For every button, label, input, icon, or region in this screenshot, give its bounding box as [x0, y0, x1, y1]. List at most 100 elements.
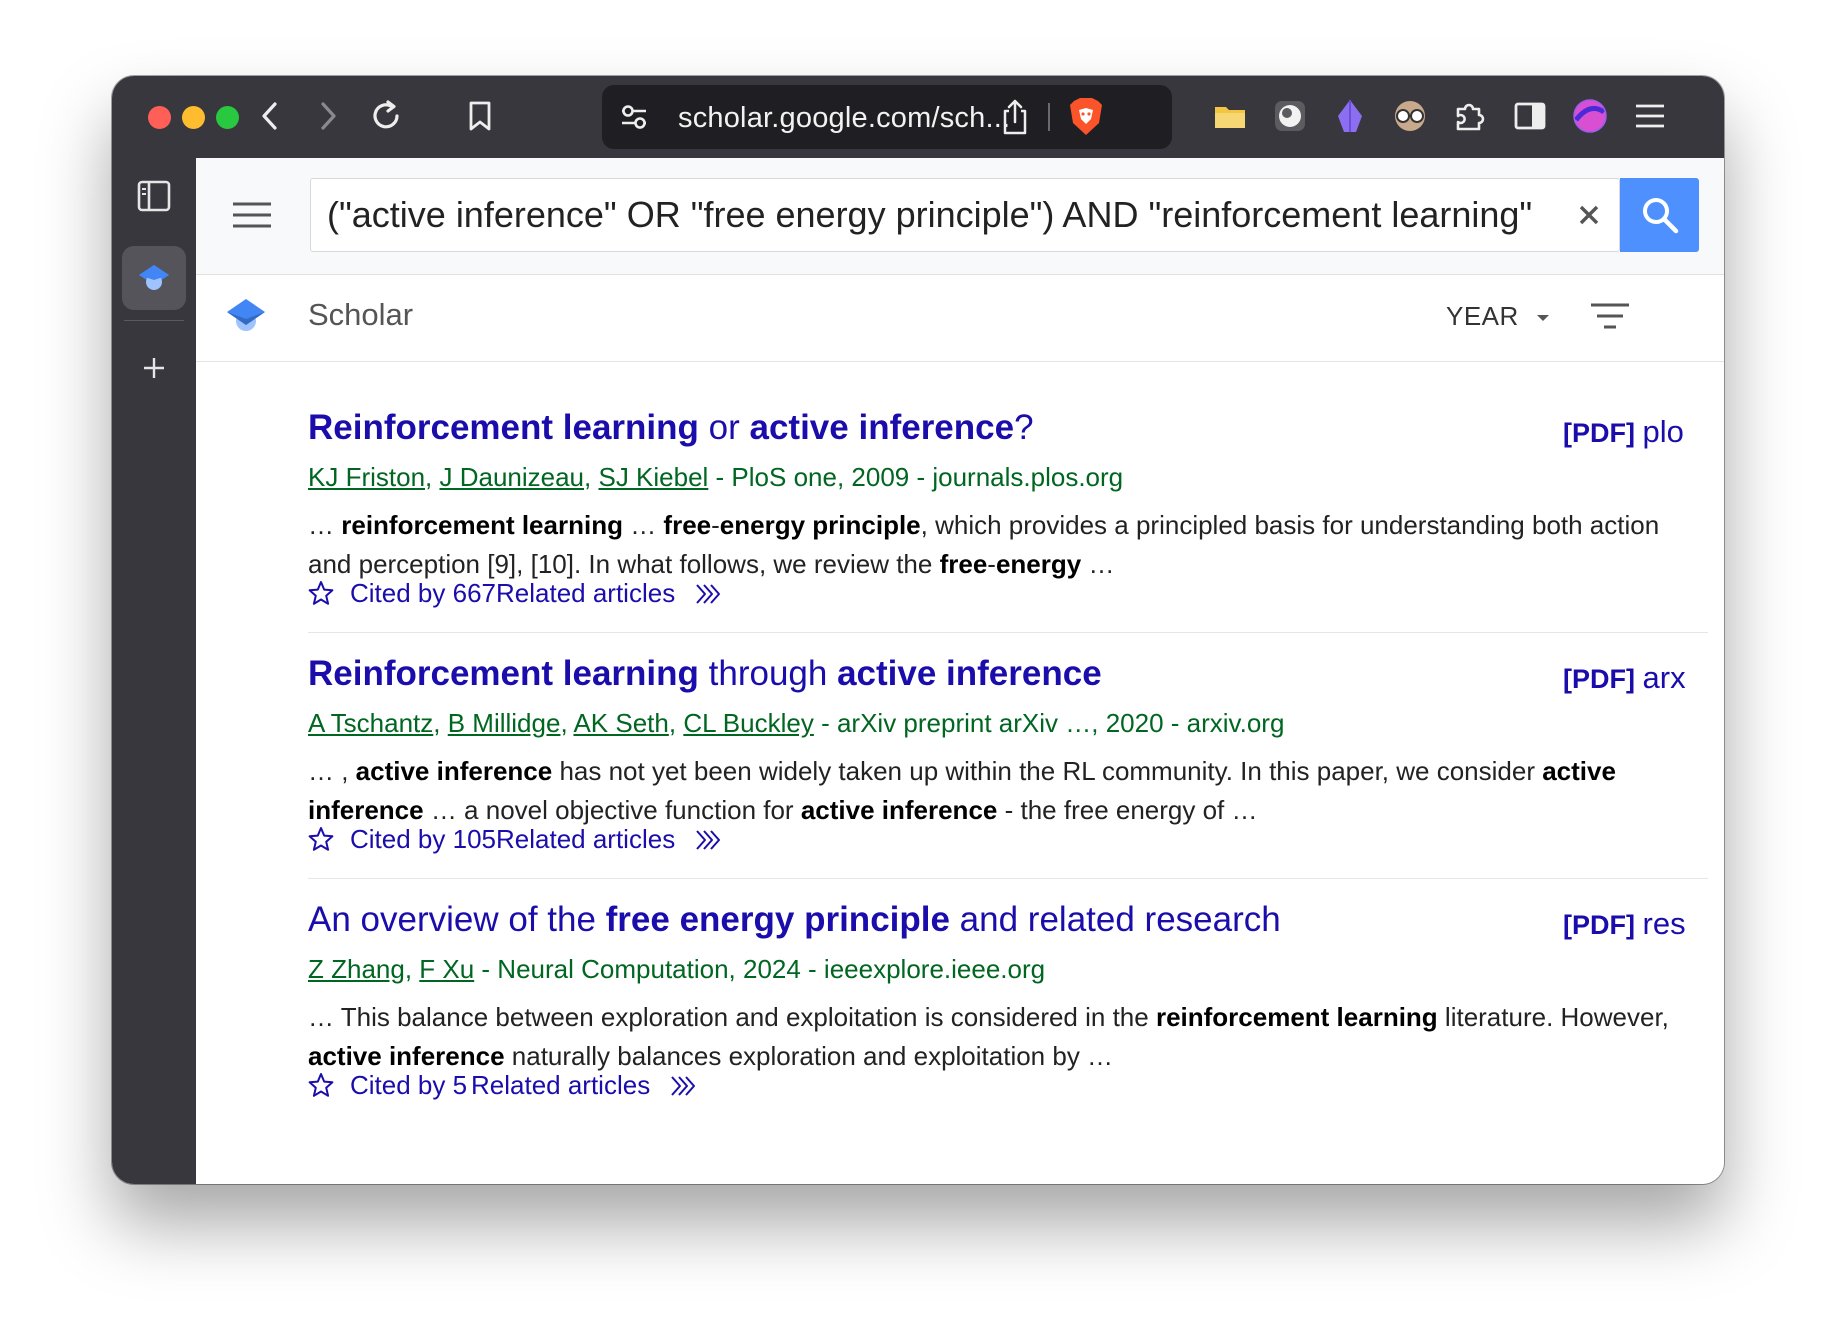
bookmark-icon[interactable] [456, 92, 504, 140]
browser-window: scholar.google.com/sch... ("active infer… [112, 76, 1724, 1184]
author-link[interactable]: F Xu [419, 954, 474, 984]
result-meta: Z Zhang, F Xu - Neural Computation, 2024… [308, 954, 1046, 984]
search-result: An overview of the free energy principle… [308, 900, 1708, 1140]
result-title-part: or [698, 408, 750, 447]
share-icon[interactable] [998, 97, 1032, 137]
more-options-icon[interactable] [669, 1074, 697, 1105]
moon-extension-icon[interactable] [1266, 92, 1314, 140]
scholar-tab-icon[interactable] [122, 246, 186, 310]
result-title-part: active inference [749, 408, 1015, 447]
pdf-tag: [PDF] [1563, 910, 1635, 940]
snippet-part: - the free energy of … [997, 795, 1258, 825]
star-icon[interactable] [308, 580, 334, 613]
chevron-right-icon [304, 92, 352, 140]
pdf-tag: [PDF] [1563, 664, 1635, 694]
snippet-part: - [711, 510, 720, 540]
cited-by-link[interactable]: Cited by 105 [350, 824, 496, 855]
menu-icon[interactable] [232, 198, 272, 232]
window-minimize-button[interactable] [182, 106, 205, 129]
result-pdf-link[interactable]: [PDF] plo [1563, 414, 1693, 450]
related-articles-link[interactable]: Related articles [496, 824, 675, 855]
search-result: Reinforcement learning through active in… [308, 654, 1708, 894]
result-title-part: free energy principle [605, 900, 950, 939]
site-settings-icon[interactable] [616, 99, 652, 135]
search-icon [1642, 198, 1678, 234]
window-close-button[interactable] [148, 106, 171, 129]
result-snippet: … This balance between exploration and e… [308, 998, 1703, 1076]
more-options-icon[interactable] [694, 828, 722, 859]
filter-options-icon[interactable] [1590, 301, 1630, 335]
profile-avatar-icon[interactable] [1566, 92, 1614, 140]
result-divider [308, 878, 1708, 879]
result-venue: - Neural Computation, 2024 - ieeexplore.… [474, 954, 1046, 984]
result-pdf-link[interactable]: [PDF] res [1563, 906, 1693, 942]
search-input[interactable] [327, 179, 1567, 251]
snippet-part: literature. However, [1437, 1002, 1669, 1032]
glasses-extension-icon[interactable] [1386, 92, 1434, 140]
result-title-link[interactable]: Reinforcement learning through active in… [308, 654, 1102, 694]
scholar-logo-icon[interactable] [224, 295, 268, 339]
author-link[interactable]: A Tschantz [308, 708, 433, 738]
related-articles-link[interactable]: Related articles [496, 578, 675, 609]
search-header [196, 158, 1724, 275]
search-result: Reinforcement learning or active inferen… [308, 408, 1708, 648]
result-pdf-link[interactable]: [PDF] arx [1563, 660, 1693, 696]
author-link[interactable]: Z Zhang [308, 954, 405, 984]
year-filter-label: YEAR [1446, 301, 1519, 331]
author-link[interactable]: SJ Kiebel [598, 462, 708, 492]
cited-by-link[interactable]: Cited by 667 [350, 578, 496, 609]
star-icon[interactable] [308, 826, 334, 859]
result-meta: A Tschantz, B Millidge, AK Seth, CL Buck… [308, 708, 1285, 738]
sidebar-toggle-icon[interactable] [1506, 92, 1554, 140]
sidebar-panel-icon[interactable] [122, 164, 186, 228]
snippet-part: reinforcement learning [1155, 1002, 1438, 1032]
search-button[interactable] [1620, 178, 1699, 252]
add-tab-icon[interactable] [122, 336, 186, 400]
address-bar[interactable]: scholar.google.com/sch... [602, 85, 1172, 149]
author-link[interactable]: B Millidge [448, 708, 561, 738]
hamburger-menu-icon[interactable] [1626, 92, 1674, 140]
scholar-brand[interactable]: Scholar [308, 297, 413, 333]
year-filter[interactable]: YEAR [1446, 301, 1551, 332]
result-meta: KJ Friston, J Daunizeau, SJ Kiebel - Plo… [308, 462, 1124, 492]
window-zoom-button[interactable] [216, 106, 239, 129]
author-link[interactable]: CL Buckley [683, 708, 814, 738]
cited-by-link[interactable]: Cited by 5 [350, 1070, 467, 1101]
puzzle-icon[interactable] [1446, 92, 1494, 140]
related-articles-link[interactable]: Related articles [471, 1070, 650, 1101]
result-title-link[interactable]: An overview of the free energy principle… [308, 900, 1281, 940]
snippet-part: … [308, 510, 342, 540]
address-divider [1048, 103, 1050, 131]
result-title-link[interactable]: Reinforcement learning or active inferen… [308, 408, 1034, 448]
author-link[interactable]: KJ Friston [308, 462, 425, 492]
result-title-part: through [698, 654, 838, 693]
result-title-part: Reinforcement learning [308, 654, 699, 693]
chevron-left-icon[interactable] [246, 92, 294, 140]
snippet-part: active inference [308, 1041, 505, 1071]
snippet-part: active inference [355, 756, 553, 786]
url-text[interactable]: scholar.google.com/sch... [678, 102, 1010, 135]
result-title-part: active inference [837, 654, 1102, 693]
purple-extension-icon[interactable] [1326, 92, 1374, 140]
folder-extension-icon[interactable] [1206, 92, 1254, 140]
star-icon[interactable] [308, 1072, 334, 1105]
scholar-bar: Scholar YEAR [196, 275, 1724, 362]
result-snippet: … , active inference has not yet been wi… [308, 752, 1703, 830]
reload-icon[interactable] [362, 92, 410, 140]
result-venue: - PloS one, 2009 - journals.plos.org [708, 462, 1124, 492]
clear-search-icon[interactable] [1569, 195, 1609, 235]
sidebar-divider [124, 320, 184, 321]
snippet-part: free [939, 549, 988, 579]
author-link[interactable]: AK Seth [573, 708, 668, 738]
snippet-part: has not yet been widely taken up within … [552, 756, 1543, 786]
more-options-icon[interactable] [694, 582, 722, 613]
author-link[interactable]: J Daunizeau [439, 462, 584, 492]
caret-down-icon [1536, 315, 1549, 322]
page-content: Scholar YEAR Reinforcement learning or a… [196, 158, 1724, 1184]
result-title-part: An overview of the [308, 900, 606, 939]
snippet-part: … [622, 510, 664, 540]
snippet-part: … This balance between exploration and e… [308, 1002, 1156, 1032]
pdf-source: res [1642, 906, 1686, 941]
brave-shields-icon[interactable] [1066, 95, 1106, 139]
result-title-part: and related research [949, 900, 1281, 939]
